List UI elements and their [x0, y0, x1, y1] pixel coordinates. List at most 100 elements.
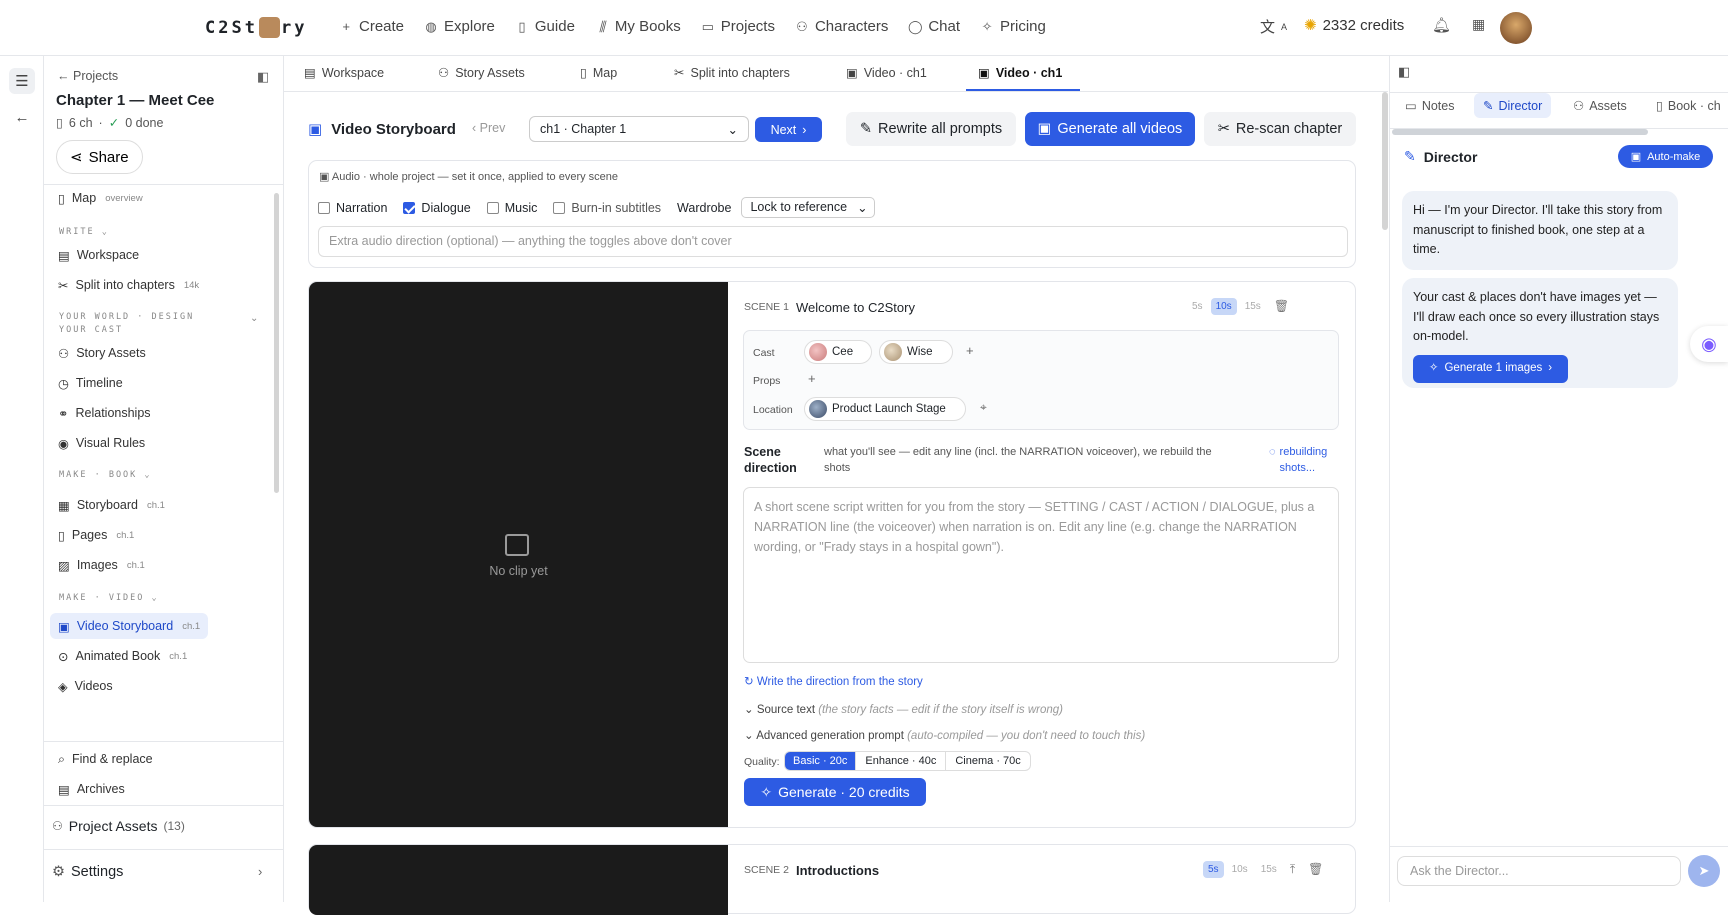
- nav-create[interactable]: + Create: [338, 18, 404, 35]
- extra-audio-direction-input[interactable]: Extra audio direction (optional) — anyth…: [318, 226, 1348, 257]
- assistant-bubble-icon[interactable]: ◉: [1690, 326, 1728, 362]
- rewrite-prompts-button[interactable]: ✎ Rewrite all prompts: [846, 112, 1016, 146]
- sidebar-scrollbar[interactable]: [274, 193, 279, 493]
- duration-15s[interactable]: 15s: [1256, 861, 1282, 878]
- sidebar-item-map[interactable]: ▯ Map overview: [50, 185, 151, 211]
- sidebar-item-video-storyboard[interactable]: ▣ Video Storyboard ch.1: [50, 613, 209, 639]
- prev-button[interactable]: ‹ Prev: [472, 121, 505, 135]
- pin-icon[interactable]: ⌖: [980, 400, 987, 415]
- panel-tab-book[interactable]: ▯ Book · ch: [1656, 98, 1726, 114]
- chevron-down-icon[interactable]: ⌄: [250, 313, 258, 324]
- collapse-panel-icon[interactable]: ◧: [1398, 64, 1410, 80]
- burnin-subtitles-checkbox[interactable]: [553, 201, 566, 214]
- tab-split-chapters[interactable]: ✂ Split into chapters: [674, 65, 790, 81]
- section-world[interactable]: YOUR WORLD · DESIGN YOUR CAST: [59, 311, 229, 337]
- cast-pill-cee[interactable]: Cee: [804, 340, 872, 364]
- nav-guide[interactable]: ▯ Guide: [514, 18, 575, 35]
- nav-my-books[interactable]: ⫼ My Books: [594, 18, 681, 35]
- nav-pricing[interactable]: ✧ Pricing: [979, 18, 1046, 35]
- duration-5s[interactable]: 5s: [1187, 298, 1208, 315]
- tab-video-ch1-active[interactable]: ▣ Video · ch1: [978, 65, 1062, 81]
- grid-icon[interactable]: ▦: [1472, 16, 1485, 33]
- project-assets-row[interactable]: ⚇ Project Assets (13): [44, 805, 284, 849]
- sidebar-item-videos[interactable]: ◈ Videos: [50, 673, 121, 699]
- settings-row[interactable]: ⚙ Settings ›: [44, 849, 284, 902]
- credits-display[interactable]: ✺ 2332 credits: [1304, 16, 1404, 35]
- duration-5s[interactable]: 5s: [1203, 861, 1224, 878]
- sidebar-item-storyboard[interactable]: ▦ Storyboard ch.1: [50, 492, 173, 518]
- scene-title[interactable]: Introductions: [796, 863, 879, 878]
- duration-15s[interactable]: 15s: [1240, 298, 1266, 315]
- director-chat-input[interactable]: Ask the Director...: [1397, 856, 1681, 886]
- dialogue-checkbox[interactable]: [403, 201, 416, 214]
- video-preview[interactable]: No clip yet: [309, 282, 728, 827]
- wardrobe-select[interactable]: Lock to reference ⌄: [741, 197, 875, 218]
- tab-video-ch1[interactable]: ▣ Video · ch1: [846, 65, 927, 81]
- panel-tabs-scrollbar[interactable]: [1392, 129, 1648, 135]
- back-arrow-icon[interactable]: ←: [9, 104, 35, 130]
- next-button[interactable]: Next ›: [755, 117, 822, 142]
- sidebar-item-story-assets[interactable]: ⚇ Story Assets: [50, 340, 154, 366]
- sidebar-item-workspace[interactable]: ▤ Workspace: [50, 242, 147, 268]
- main-scrollbar[interactable]: [1382, 92, 1388, 230]
- duration-10s[interactable]: 10s: [1210, 298, 1237, 315]
- find-replace-link[interactable]: ⌕ Find & replace: [50, 746, 161, 772]
- tab-map[interactable]: ▯ Map: [580, 65, 617, 81]
- user-avatar[interactable]: [1500, 12, 1532, 44]
- trash-icon[interactable]: 🗑︎: [1303, 861, 1328, 878]
- generate-images-button[interactable]: ✧ Generate 1 images ›: [1413, 354, 1568, 383]
- share-button[interactable]: ⋖ Share: [56, 140, 143, 174]
- trash-icon[interactable]: 🗑︎: [1269, 298, 1294, 315]
- panel-tab-director[interactable]: ✎ Director: [1474, 93, 1552, 118]
- sidebar-item-split[interactable]: ✂ Split into chapters 14k: [50, 272, 207, 298]
- panel-tab-assets[interactable]: ⚇ Assets: [1573, 98, 1627, 114]
- bell-icon[interactable]: 🔔︎: [1432, 16, 1451, 34]
- tab-story-assets[interactable]: ⚇ Story Assets: [438, 65, 525, 81]
- narration-checkbox[interactable]: [318, 201, 330, 214]
- archives-link[interactable]: ▤ Archives: [50, 776, 133, 802]
- quality-basic[interactable]: Basic · 20c: [785, 752, 856, 770]
- translate-icon[interactable]: 文A: [1260, 16, 1287, 37]
- scene-title[interactable]: Welcome to C2Story: [796, 300, 915, 315]
- music-checkbox[interactable]: [486, 201, 499, 214]
- sidebar-item-relationships[interactable]: ⚭ Relationships: [50, 400, 159, 426]
- add-cast-icon[interactable]: +: [966, 343, 974, 358]
- write-direction-link[interactable]: ↻ Write the direction from the story: [744, 674, 923, 688]
- chapter-select[interactable]: ch1 · Chapter 1 ⌄: [529, 116, 749, 142]
- advanced-prompt-toggle[interactable]: ⌄ Advanced generation prompt (auto-compi…: [744, 728, 1145, 742]
- duration-10s[interactable]: 10s: [1227, 861, 1253, 878]
- add-prop-icon[interactable]: +: [808, 371, 816, 386]
- clock-icon: ◷: [58, 376, 69, 391]
- tab-workspace[interactable]: ▤ Workspace: [304, 65, 384, 81]
- collapse-sidebar-icon[interactable]: ◧: [257, 69, 269, 85]
- sidebar-item-images[interactable]: ▨ Images ch.1: [50, 552, 153, 578]
- sidebar-item-pages[interactable]: ▯ Pages ch.1: [50, 522, 142, 548]
- section-book[interactable]: MAKE · BOOK ⌄: [59, 470, 152, 480]
- send-button[interactable]: ➤: [1688, 855, 1720, 887]
- breadcrumb-projects[interactable]: ← Projects: [57, 69, 118, 83]
- menu-icon[interactable]: ☰: [9, 68, 35, 94]
- sidebar-item-animated-book[interactable]: ⊙ Animated Book ch.1: [50, 643, 195, 669]
- move-top-icon[interactable]: ⤒: [1285, 861, 1300, 878]
- cast-pill-wise[interactable]: Wise: [879, 340, 953, 364]
- nav-characters[interactable]: ⚇ Characters: [794, 18, 888, 35]
- app-logo[interactable]: C2St ry: [205, 17, 307, 38]
- sidebar-item-timeline[interactable]: ◷ Timeline: [50, 370, 131, 396]
- video-preview[interactable]: [309, 845, 728, 915]
- section-video[interactable]: MAKE · VIDEO ⌄: [59, 593, 159, 603]
- section-write[interactable]: WRITE ⌄: [59, 227, 109, 237]
- quality-enhance[interactable]: Enhance · 40c: [855, 752, 945, 770]
- quality-cinema[interactable]: Cinema · 70c: [945, 752, 1029, 770]
- nav-projects[interactable]: ▭ Projects: [700, 18, 775, 35]
- scene-script-textarea[interactable]: A short scene script written for you fro…: [743, 487, 1339, 663]
- panel-tab-notes[interactable]: ▭ Notes: [1405, 98, 1454, 114]
- nav-explore[interactable]: ◍ Explore: [423, 18, 495, 35]
- location-pill[interactable]: Product Launch Stage: [804, 397, 966, 421]
- source-text-toggle[interactable]: ⌄ Source text (the story facts — edit if…: [744, 702, 1063, 716]
- generate-scene-button[interactable]: ✧ Generate · 20 credits: [744, 778, 926, 806]
- nav-chat[interactable]: ◯ Chat: [907, 18, 960, 35]
- generate-all-videos-button[interactable]: ▣ Generate all videos: [1025, 112, 1195, 146]
- auto-make-button[interactable]: ▣ Auto-make: [1618, 145, 1713, 168]
- rescan-chapter-button[interactable]: ✂ Re-scan chapter: [1204, 112, 1356, 146]
- sidebar-item-visual-rules[interactable]: ◉ Visual Rules: [50, 430, 153, 456]
